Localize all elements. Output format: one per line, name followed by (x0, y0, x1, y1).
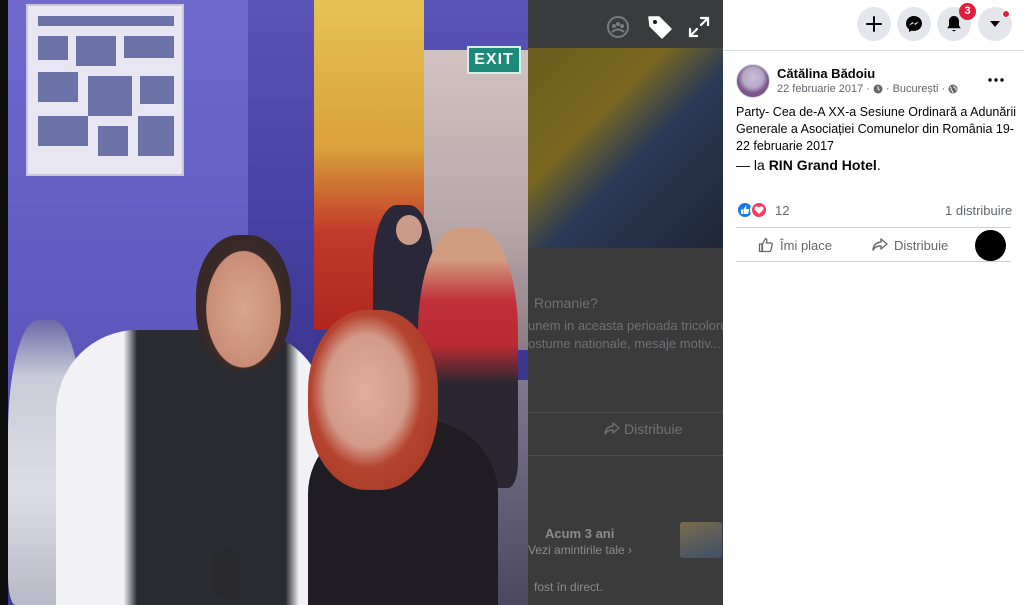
messenger-icon (906, 16, 922, 32)
facebook-photo-viewer: Romanie? unem in aceasta perioada tricol… (0, 0, 1024, 605)
avatar[interactable] (736, 64, 770, 98)
caret-down-icon (990, 21, 1000, 27)
dimmed-share-label: Distribuie (624, 421, 683, 437)
photo-person-head (396, 215, 422, 245)
love-reaction-icon (750, 201, 768, 219)
photo-person-head (308, 310, 438, 490)
clock-icon (873, 84, 883, 94)
microphone (214, 548, 240, 598)
photo-poster (26, 4, 184, 176)
checkin-prefix: — la (736, 157, 765, 173)
top-bar: 3 (723, 0, 1024, 50)
exit-sign: EXIT (467, 46, 521, 74)
reaction-icons[interactable] (736, 201, 768, 219)
dimmed-flag-image (528, 48, 723, 248)
share-icon (604, 422, 620, 435)
divider (736, 227, 1011, 228)
share-button[interactable]: Distribuie (872, 234, 948, 256)
divider (528, 455, 723, 456)
like-label: Îmi place (780, 237, 833, 253)
separator-dot: · (941, 83, 946, 95)
memory-time: Acum 3 ani (545, 526, 615, 541)
dimmed-feed-line: ostume nationale, mesaje motiv... V (528, 336, 723, 351)
globe-icon (948, 84, 958, 94)
cursor-marker (975, 230, 1006, 261)
post-location[interactable]: București (893, 83, 939, 95)
tag-icon[interactable] (645, 12, 675, 42)
main-photo[interactable]: EXIT (8, 0, 528, 605)
divider (736, 261, 1011, 262)
notification-badge: 3 (959, 3, 976, 20)
memory-link: Vezi amintirile tale › (528, 543, 633, 557)
divider (723, 50, 1024, 51)
dimmed-feed-question: Romanie? (534, 295, 598, 311)
live-text: fost în direct. (534, 580, 603, 594)
profile-circle-icon[interactable] (603, 12, 633, 42)
viewer-edge (0, 0, 8, 605)
plus-icon (866, 16, 882, 32)
thumbs-up-icon (758, 237, 773, 253)
create-button[interactable] (857, 7, 891, 41)
divider (528, 412, 723, 413)
post-text: Party- Cea de-A XX-a Sesiune Ordinară a … (736, 105, 1017, 153)
photo-viewer: Romanie? unem in aceasta perioada tricol… (0, 0, 723, 605)
separator-dot: · (866, 83, 870, 95)
more-options-button[interactable] (985, 70, 1007, 90)
share-label: Distribuie (894, 237, 949, 253)
checkin-suffix: . (876, 157, 881, 173)
account-alert-dot (1002, 10, 1010, 18)
post-author[interactable]: Cătălina Bădoiu (777, 66, 875, 81)
checkin-place-link[interactable]: RIN Grand Hotel (769, 157, 877, 173)
messenger-button[interactable] (897, 7, 931, 41)
memory-thumbnail (680, 522, 722, 558)
bell-icon (947, 16, 961, 32)
separator-dot: · (885, 83, 890, 95)
dimmed-feed-line: unem in aceasta perioada tricoloru (528, 318, 723, 333)
post-meta: 22 februarie 2017 · · București · (777, 83, 958, 95)
share-count[interactable]: 1 distribuire (945, 203, 1012, 218)
photo-person-head (196, 235, 291, 370)
expand-icon[interactable] (684, 12, 714, 42)
post-checkin: — la RIN Grand Hotel. (736, 157, 881, 173)
reaction-count[interactable]: 12 (775, 203, 789, 218)
photo-person (56, 330, 326, 605)
more-dots-icon (988, 78, 1004, 82)
post-panel: 3 Cătălina Bădoiu 22 februarie 2017 · · … (723, 0, 1024, 605)
memory-link-label: Vezi amintirile tale (528, 543, 625, 557)
share-icon (872, 238, 888, 251)
like-button[interactable]: Îmi place (758, 234, 832, 256)
post-date[interactable]: 22 februarie 2017 (777, 83, 863, 95)
